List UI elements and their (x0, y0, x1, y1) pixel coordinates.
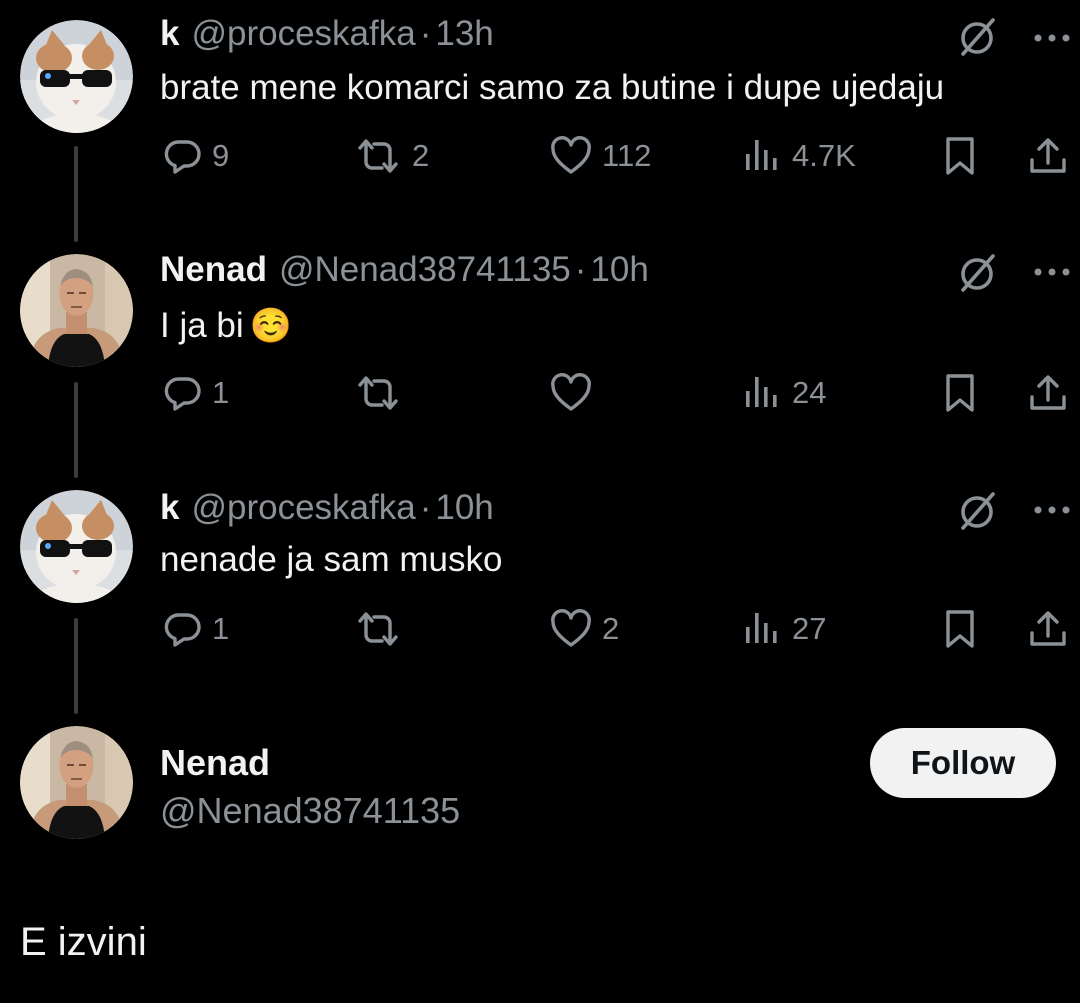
tweet-text-content: nenade ja sam musko (160, 540, 503, 579)
repost-icon (352, 371, 404, 415)
tweet-text: I ja bi ☺️ (160, 304, 292, 348)
bookmark-button[interactable] (938, 370, 982, 416)
grok-icon[interactable] (955, 14, 1001, 60)
heart-icon (548, 134, 594, 178)
thread-connector-line (74, 618, 78, 714)
tweet-header: Nenad @Nenad38741135 · 10h (160, 248, 649, 292)
separator-dot: · (574, 250, 587, 289)
tweet-header: k @proceskafka · 13h (160, 12, 494, 56)
tweet-text-content: brate mene komarci samo za butine i dupe… (160, 68, 945, 107)
user-handle[interactable]: @proceskafka (191, 12, 415, 56)
man-portrait-avatar[interactable] (20, 254, 133, 367)
share-icon (1026, 371, 1070, 415)
heart-icon (548, 371, 594, 415)
views-icon (740, 607, 784, 651)
share-button[interactable] (1026, 370, 1070, 416)
bookmark-icon (938, 134, 982, 178)
timestamp[interactable]: 13h (435, 12, 493, 56)
cat-with-sunglasses-avatar[interactable] (20, 490, 133, 603)
bookmark-button[interactable] (938, 606, 982, 652)
reply-count: 1 (212, 375, 230, 410)
like-count: 2 (602, 611, 620, 646)
repost-icon (352, 134, 404, 178)
reply-icon (160, 134, 204, 178)
bookmark-icon (938, 607, 982, 651)
tweet-text: brate mene komarci samo za butine i dupe… (160, 66, 944, 110)
repost-button[interactable] (352, 606, 412, 652)
smiling-face-emoji: ☺️ (249, 307, 292, 345)
display-name[interactable]: k (160, 486, 179, 530)
like-button[interactable]: 112 (548, 133, 651, 179)
repost-icon (352, 607, 404, 651)
profile-handle[interactable]: @Nenad38741135 (160, 790, 460, 832)
repost-count: 2 (412, 138, 430, 173)
reply-count: 1 (212, 611, 230, 646)
views-button[interactable]: 27 (740, 606, 826, 652)
share-icon (1026, 134, 1070, 178)
views-count: 27 (792, 611, 827, 646)
reply-icon (160, 371, 204, 415)
repost-button[interactable]: 2 (352, 133, 429, 179)
bookmark-icon (938, 371, 982, 415)
views-count: 24 (792, 375, 827, 410)
more-icon[interactable] (1030, 500, 1074, 520)
tweet-header: k @proceskafka · 10h (160, 486, 494, 530)
views-icon (740, 371, 784, 415)
reply-button[interactable]: 1 (160, 606, 229, 652)
views-icon (740, 134, 784, 178)
separator-dot: · (419, 488, 432, 527)
reply-button[interactable]: 9 (160, 133, 229, 179)
user-handle[interactable]: @Nenad38741135 (279, 248, 571, 292)
tweet-text-content: I ja bi (160, 306, 244, 345)
caption-text: E izvini (20, 920, 147, 964)
timestamp[interactable]: 10h (435, 486, 493, 530)
tweet-text: nenade ja sam musko (160, 538, 502, 582)
timestamp[interactable]: 10h (590, 248, 648, 292)
bookmark-button[interactable] (938, 133, 982, 179)
heart-icon (548, 607, 594, 651)
views-button[interactable]: 24 (740, 370, 826, 416)
display-name[interactable]: k (160, 12, 179, 56)
share-button[interactable] (1026, 133, 1070, 179)
separator-dot: · (419, 14, 432, 53)
reply-count: 9 (212, 138, 230, 173)
grok-icon[interactable] (955, 250, 1001, 296)
man-portrait-avatar[interactable] (20, 726, 133, 839)
thread-connector-line (74, 146, 78, 242)
grok-icon[interactable] (955, 488, 1001, 534)
views-button[interactable]: 4.7K (740, 133, 856, 179)
more-icon[interactable] (1030, 262, 1074, 282)
views-count: 4.7K (792, 138, 856, 173)
reply-icon (160, 607, 204, 651)
like-count: 112 (602, 138, 652, 173)
display-name[interactable]: Nenad (160, 248, 267, 292)
profile-display-name[interactable]: Nenad (160, 742, 270, 784)
more-icon[interactable] (1030, 28, 1074, 48)
like-button[interactable]: 2 (548, 606, 619, 652)
user-handle[interactable]: @proceskafka (191, 486, 415, 530)
like-button[interactable] (548, 370, 602, 416)
cat-with-sunglasses-avatar[interactable] (20, 20, 133, 133)
reply-button[interactable]: 1 (160, 370, 229, 416)
share-button[interactable] (1026, 606, 1070, 652)
share-icon (1026, 607, 1070, 651)
follow-button[interactable]: Follow (870, 728, 1056, 798)
repost-button[interactable] (352, 370, 412, 416)
thread-connector-line (74, 382, 78, 478)
